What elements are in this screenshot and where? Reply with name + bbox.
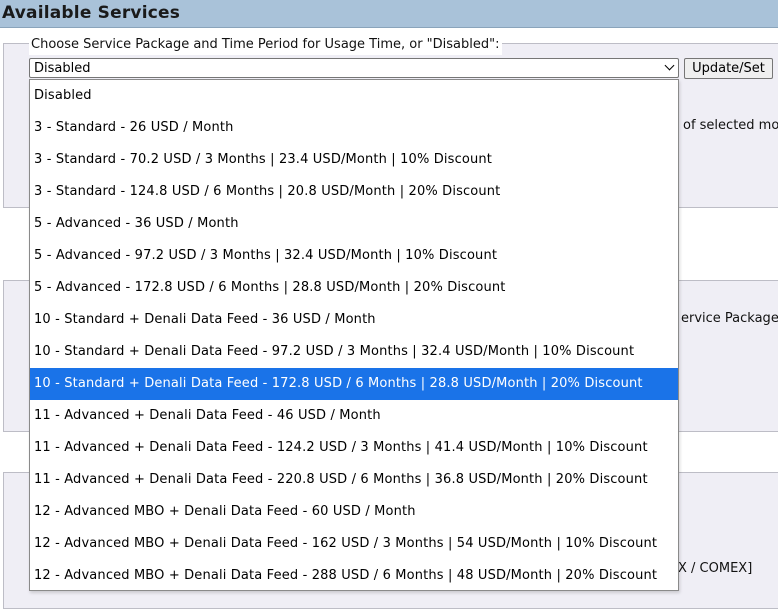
dropdown-option[interactable]: 11 - Advanced + Denali Data Feed - 46 US… [30,400,678,432]
dropdown-option[interactable]: 3 - Standard - 124.8 USD / 6 Months | 20… [30,176,678,208]
update-set-button[interactable]: Update/Set [684,58,773,79]
chevron-down-icon [664,60,675,71]
section-header: Available Services [0,0,778,28]
section-title: Available Services [2,3,181,23]
service-package-dropdown[interactable]: Disabled 3 - Standard - 26 USD / Month 3 -… [29,79,679,591]
dropdown-option[interactable]: 11 - Advanced + Denali Data Feed - 220.8… [30,464,678,496]
panel-text-partial: ervice Package [681,311,778,326]
dropdown-option[interactable]: 12 - Advanced MBO + Denali Data Feed - 2… [30,560,678,590]
dropdown-option[interactable]: 3 - Standard - 70.2 USD / 3 Months | 23.… [30,144,678,176]
service-package-select[interactable]: Disabled [29,58,679,78]
select-current-value: Disabled [34,61,91,76]
dropdown-option[interactable]: 10 - Standard + Denali Data Feed - 36 US… [30,304,678,336]
dropdown-option[interactable]: 5 - Advanced - 172.8 USD / 6 Months | 28… [30,272,678,304]
dropdown-option[interactable]: 5 - Advanced - 36 USD / Month [30,208,678,240]
panel-text-partial: of selected mo [683,118,778,133]
fieldset-legend: Choose Service Package and Time Period f… [29,35,502,55]
dropdown-option[interactable]: 11 - Advanced + Denali Data Feed - 124.2… [30,432,678,464]
dropdown-option[interactable]: Disabled [30,80,678,112]
dropdown-option[interactable]: 12 - Advanced MBO + Denali Data Feed - 6… [30,496,678,528]
dropdown-option[interactable]: 10 - Standard + Denali Data Feed - 172.8… [30,368,678,400]
panel-text-partial: X / COMEX] [678,561,753,576]
dropdown-option[interactable]: 10 - Standard + Denali Data Feed - 97.2 … [30,336,678,368]
dropdown-option[interactable]: 12 - Advanced MBO + Denali Data Feed - 1… [30,528,678,560]
dropdown-option[interactable]: 5 - Advanced - 97.2 USD / 3 Months | 32.… [30,240,678,272]
dropdown-option[interactable]: 3 - Standard - 26 USD / Month [30,112,678,144]
